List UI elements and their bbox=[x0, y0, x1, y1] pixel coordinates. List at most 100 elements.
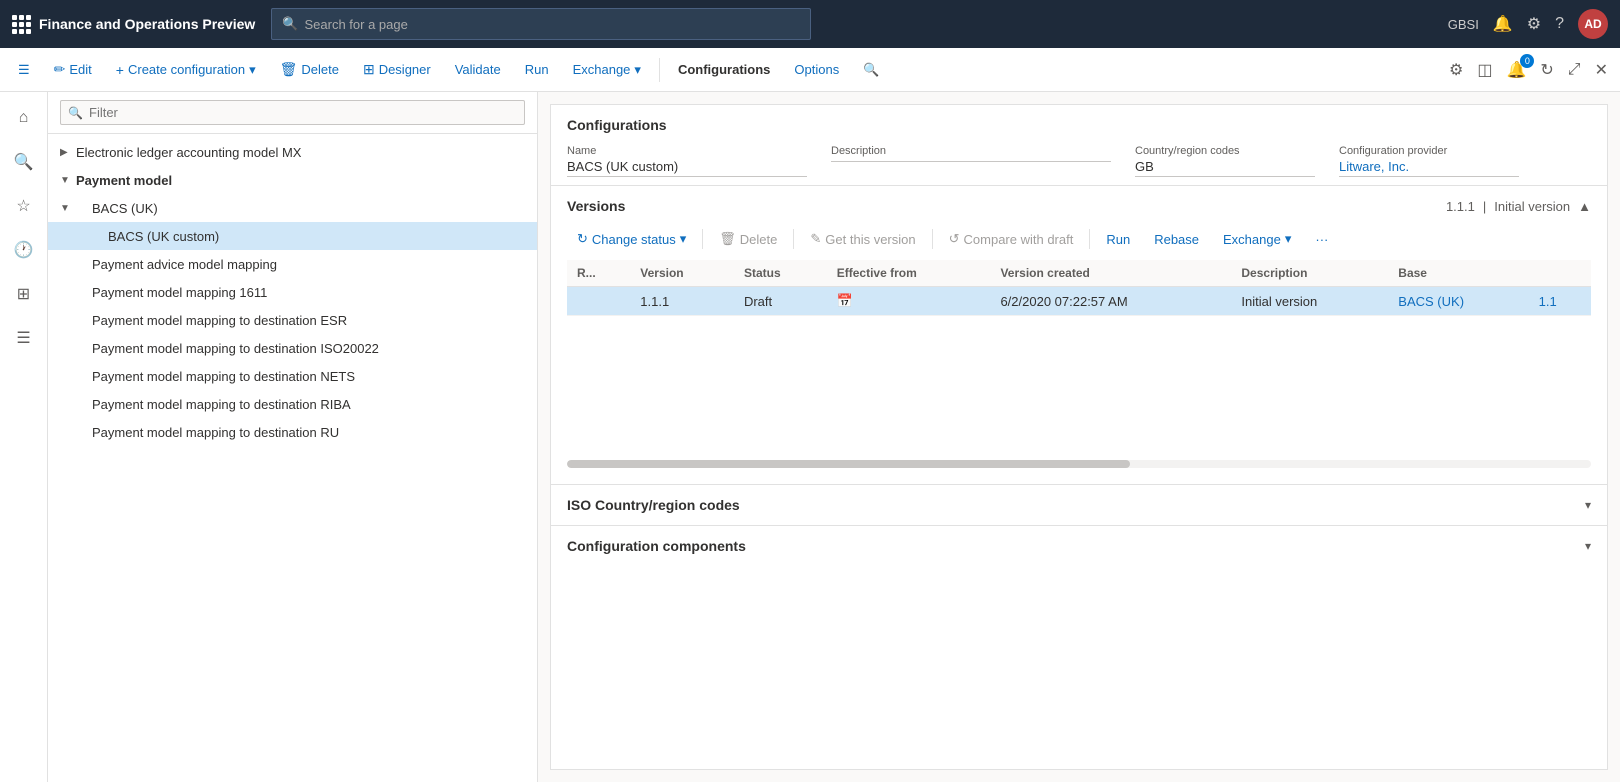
col-description: Description bbox=[1231, 260, 1388, 287]
tree-panel: 🔍 ▶ Electronic ledger accounting model M… bbox=[48, 92, 538, 782]
refresh-icon[interactable]: ↻ bbox=[1536, 56, 1557, 84]
chevron-up-icon[interactable]: ▲ bbox=[1578, 199, 1591, 214]
col-version: Version bbox=[630, 260, 734, 287]
tree-item-label: Payment model bbox=[76, 173, 172, 188]
tree-item[interactable]: ▼ Payment model bbox=[48, 166, 537, 194]
waffle-icon[interactable] bbox=[12, 15, 31, 34]
more-icon: ··· bbox=[1315, 232, 1328, 247]
list-icon[interactable]: ☰ bbox=[6, 320, 42, 356]
filter-icon[interactable]: 🔍 bbox=[6, 144, 42, 180]
options-tab[interactable]: Options bbox=[784, 56, 849, 83]
ver-separator bbox=[702, 229, 703, 249]
filter-input[interactable] bbox=[60, 100, 525, 125]
delete-icon: 🗑 bbox=[719, 231, 736, 247]
exchange-version-button[interactable]: Exchange ▾ bbox=[1213, 226, 1301, 252]
create-configuration-button[interactable]: + Create configuration ▾ bbox=[106, 56, 266, 84]
provider-field: Configuration provider Litware, Inc. bbox=[1339, 145, 1519, 177]
gear-icon[interactable]: ⚙ bbox=[1527, 14, 1541, 34]
separator bbox=[659, 58, 660, 82]
top-nav-right: GBSI 🔔 ⚙ ? AD bbox=[1448, 9, 1608, 39]
tree-item[interactable]: BACS (UK custom) bbox=[48, 222, 537, 250]
col-base: Base bbox=[1388, 260, 1528, 287]
ver-separator bbox=[793, 229, 794, 249]
search-placeholder: Search for a page bbox=[304, 17, 407, 32]
iso-section[interactable]: ISO Country/region codes ▾ bbox=[551, 484, 1607, 525]
help-icon[interactable]: ? bbox=[1555, 15, 1564, 33]
versions-table-wrap: R... Version Status Effective from Versi… bbox=[567, 260, 1591, 316]
tree-item[interactable]: Payment model mapping 1611 bbox=[48, 278, 537, 306]
content-area: Configurations Name BACS (UK custom) Des… bbox=[538, 92, 1620, 782]
compare-with-draft-button[interactable]: ↺ Compare with draft bbox=[939, 226, 1084, 252]
tree-item[interactable]: Payment model mapping to destination RIB… bbox=[48, 390, 537, 418]
config-components-section[interactable]: Configuration components ▾ bbox=[551, 525, 1607, 566]
tree-item[interactable]: Payment advice model mapping bbox=[48, 250, 537, 278]
restore-icon[interactable]: ⤢ bbox=[1564, 57, 1585, 83]
versions-empty-space bbox=[567, 316, 1591, 456]
home-icon[interactable]: ⌂ bbox=[6, 100, 42, 136]
col-version-created: Version created bbox=[990, 260, 1231, 287]
more-button[interactable]: ··· bbox=[1305, 227, 1338, 252]
calendar-icon[interactable]: 📅 bbox=[837, 293, 853, 308]
avatar[interactable]: AD bbox=[1578, 9, 1608, 39]
col-r: R... bbox=[567, 260, 630, 287]
settings-icon[interactable]: ⚙ bbox=[1445, 56, 1467, 84]
validate-button[interactable]: Validate bbox=[445, 56, 511, 83]
search-icon: 🔍 bbox=[863, 62, 879, 78]
get-this-version-button[interactable]: ✎ Get this version bbox=[800, 226, 925, 252]
separator-pipe: | bbox=[1483, 199, 1486, 214]
tree-item-label: Payment model mapping to destination RU bbox=[92, 425, 339, 440]
tree-item-label: Payment model mapping to destination ISO… bbox=[92, 341, 379, 356]
bell-icon[interactable]: 🔔 bbox=[1493, 14, 1513, 34]
tree-item-label: Electronic ledger accounting model MX bbox=[76, 145, 301, 160]
delete-version-button[interactable]: 🗑 Delete bbox=[709, 226, 787, 252]
tree-item-label: BACS (UK) bbox=[92, 201, 158, 216]
cell-version-created: 6/2/2020 07:22:57 AM bbox=[990, 287, 1231, 316]
panel-icon[interactable]: ◫ bbox=[1473, 56, 1496, 84]
edit-button[interactable]: ✏ Edit bbox=[44, 55, 102, 84]
col-base-version bbox=[1529, 260, 1591, 287]
scrollbar-stub[interactable] bbox=[567, 460, 1591, 468]
tree-item[interactable]: Payment model mapping to destination ESR bbox=[48, 306, 537, 334]
search-icon: 🔍 bbox=[282, 16, 298, 32]
table-row[interactable]: 1.1.1 Draft 📅 6/2/2020 07:22:57 AM Initi… bbox=[567, 287, 1591, 316]
configurations-tab[interactable]: Configurations bbox=[668, 56, 780, 83]
main-layout: ⌂ 🔍 ☆ 🕐 ⊞ ☰ 🔍 ▶ Electronic ledger accoun… bbox=[0, 92, 1620, 782]
close-menu-button[interactable]: ☰ bbox=[8, 56, 40, 84]
notification-icon[interactable]: 🔔 0 bbox=[1502, 56, 1530, 84]
cell-base-version[interactable]: 1.1 bbox=[1529, 287, 1591, 316]
run-version-button[interactable]: Run bbox=[1096, 227, 1140, 252]
close-icon[interactable]: ✕ bbox=[1591, 56, 1612, 84]
search-command-button[interactable]: 🔍 bbox=[853, 56, 889, 84]
cell-version: 1.1.1 bbox=[630, 287, 734, 316]
iso-title: ISO Country/region codes bbox=[567, 497, 740, 513]
toggle-icon: ▼ bbox=[60, 203, 76, 214]
tree-content: ▶ Electronic ledger accounting model MX … bbox=[48, 134, 537, 782]
config-components-title: Configuration components bbox=[567, 538, 746, 554]
delete-button[interactable]: 🗑 Delete bbox=[270, 55, 349, 84]
col-effective-from: Effective from bbox=[827, 260, 991, 287]
grid-icon[interactable]: ⊞ bbox=[6, 276, 42, 312]
versions-badge: 1.1.1 | Initial version ▲ bbox=[1446, 199, 1591, 214]
top-nav: Finance and Operations Preview 🔍 Search … bbox=[0, 0, 1620, 48]
cell-base[interactable]: BACS (UK) bbox=[1388, 287, 1528, 316]
star-icon[interactable]: ☆ bbox=[6, 188, 42, 224]
tree-item-label: Payment model mapping 1611 bbox=[92, 285, 267, 300]
search-bar[interactable]: 🔍 Search for a page bbox=[271, 8, 811, 40]
description-field: Description bbox=[831, 145, 1111, 177]
designer-button[interactable]: ⊞ Designer bbox=[353, 55, 441, 84]
delete-icon: 🗑 bbox=[280, 61, 298, 78]
ver-separator bbox=[932, 229, 933, 249]
tree-item[interactable]: Payment model mapping to destination NET… bbox=[48, 362, 537, 390]
toggle-icon: ▼ bbox=[60, 175, 76, 186]
tree-item[interactable]: ▶ Electronic ledger accounting model MX bbox=[48, 138, 537, 166]
change-status-button[interactable]: ↻ Change status ▾ bbox=[567, 226, 696, 252]
run-button[interactable]: Run bbox=[515, 56, 559, 83]
chevron-down-icon: ▾ bbox=[634, 62, 641, 78]
rebase-button[interactable]: Rebase bbox=[1144, 227, 1209, 252]
tree-item[interactable]: Payment model mapping to destination RU bbox=[48, 418, 537, 446]
clock-icon[interactable]: 🕐 bbox=[6, 232, 42, 268]
tree-item[interactable]: Payment model mapping to destination ISO… bbox=[48, 334, 537, 362]
cell-effective-from: 📅 bbox=[827, 287, 991, 316]
tree-item[interactable]: ▼ BACS (UK) bbox=[48, 194, 537, 222]
exchange-button[interactable]: Exchange ▾ bbox=[563, 56, 651, 84]
